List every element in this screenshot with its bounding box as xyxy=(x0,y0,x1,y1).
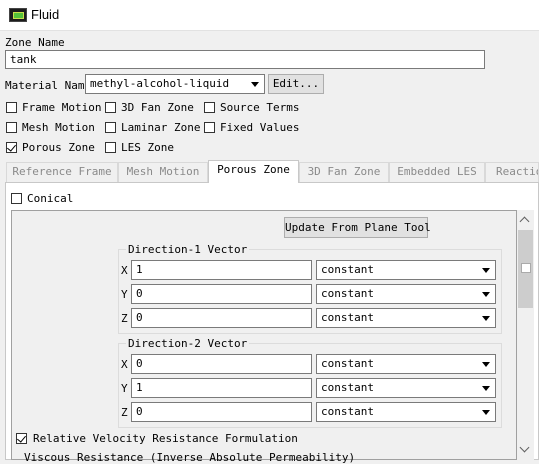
tab-porous-zone[interactable]: Porous Zone xyxy=(208,160,299,183)
porous-zone-label: Porous Zone xyxy=(22,141,95,154)
chevron-down-icon xyxy=(482,316,490,321)
direction-1-y-method-select[interactable]: constant xyxy=(316,284,496,304)
tab-mesh-motion[interactable]: Mesh Motion xyxy=(118,162,208,182)
scroll-up-icon[interactable] xyxy=(517,212,534,228)
laminar-zone-label: Laminar Zone xyxy=(121,121,201,134)
fixed-values-label: Fixed Values xyxy=(220,121,300,134)
direction-1-z-method-value: constant xyxy=(321,311,374,324)
direction-2-title: Direction-2 Vector xyxy=(126,337,250,350)
material-select[interactable]: methyl-alcohol-liquid xyxy=(85,74,265,94)
direction-2-y-method-value: constant xyxy=(321,381,374,394)
material-select-value: methyl-alcohol-liquid xyxy=(90,77,230,90)
source-terms-label: Source Terms xyxy=(220,101,300,114)
viscous-resistance-heading: Viscous Resistance (Inverse Absolute Per… xyxy=(24,451,356,464)
les-zone-label: LES Zone xyxy=(121,141,174,154)
direction-2-y-input[interactable]: 1 xyxy=(131,378,312,398)
direction-2-z-label: Z xyxy=(121,406,128,419)
chevron-down-icon xyxy=(482,268,490,273)
frame-motion-label: Frame Motion xyxy=(22,101,102,114)
direction-1-title: Direction-1 Vector xyxy=(126,243,250,256)
mesh-motion-checkbox[interactable] xyxy=(6,122,17,133)
direction-2-z-method-select[interactable]: constant xyxy=(316,402,496,422)
direction-2-y-method-select[interactable]: constant xyxy=(316,378,496,398)
mesh-motion-label: Mesh Motion xyxy=(22,121,95,134)
material-name-label: Material Name xyxy=(5,79,92,92)
fan-zone-3d-checkbox[interactable] xyxy=(105,102,116,113)
laminar-zone-checkbox[interactable] xyxy=(105,122,116,133)
chevron-down-icon xyxy=(482,292,490,297)
tab-reaction[interactable]: Reactio xyxy=(485,162,539,182)
tab-bar: Reference Frame Mesh Motion Porous Zone … xyxy=(0,160,539,183)
window-title: Fluid xyxy=(31,7,60,22)
update-from-plane-tool-button[interactable]: Update From Plane Tool xyxy=(284,217,431,238)
porous-zone-checkbox[interactable] xyxy=(6,142,17,153)
relative-velocity-label: Relative Velocity Resistance Formulation xyxy=(33,432,298,445)
direction-2-x-label: X xyxy=(121,358,128,371)
direction-1-x-method-select[interactable]: constant xyxy=(316,260,496,280)
direction-2-y-label: Y xyxy=(121,382,128,395)
direction-1-x-input[interactable]: 1 xyxy=(131,260,312,280)
les-zone-checkbox[interactable] xyxy=(105,142,116,153)
chevron-down-icon xyxy=(482,410,490,415)
direction-1-y-input[interactable]: 0 xyxy=(131,284,312,304)
chevron-down-icon xyxy=(251,82,259,87)
vertical-scrollbar[interactable] xyxy=(517,210,534,460)
tab-embedded-les[interactable]: Embedded LES xyxy=(389,162,485,182)
title-bar: Fluid xyxy=(0,0,539,31)
relative-velocity-checkbox[interactable] xyxy=(16,433,27,444)
conical-checkbox[interactable] xyxy=(11,193,22,204)
scroll-thumb[interactable] xyxy=(518,230,533,308)
direction-1-y-label: Y xyxy=(121,288,128,301)
fixed-values-checkbox[interactable] xyxy=(204,122,215,133)
direction-1-x-method-value: constant xyxy=(321,263,374,276)
direction-2-x-method-select[interactable]: constant xyxy=(316,354,496,374)
material-edit-button[interactable]: Edit... xyxy=(268,74,324,94)
direction-1-x-label: X xyxy=(121,264,128,277)
conical-label: Conical xyxy=(27,192,74,205)
chevron-down-icon xyxy=(482,362,490,367)
zone-name-label: Zone Name xyxy=(5,36,65,49)
direction-1-z-label: Z xyxy=(121,312,128,325)
tab-reference-frame[interactable]: Reference Frame xyxy=(6,162,118,182)
fan-zone-3d-label: 3D Fan Zone xyxy=(121,101,194,114)
tab-3d-fan-zone[interactable]: 3D Fan Zone xyxy=(299,162,389,182)
scroll-down-icon[interactable] xyxy=(517,442,534,458)
direction-2-x-input[interactable]: 0 xyxy=(131,354,312,374)
source-terms-checkbox[interactable] xyxy=(204,102,215,113)
direction-2-z-method-value: constant xyxy=(321,405,374,418)
direction-2-z-input[interactable]: 0 xyxy=(131,402,312,422)
direction-1-z-input[interactable]: 0 xyxy=(131,308,312,328)
chevron-down-icon xyxy=(482,386,490,391)
fluent-app-icon xyxy=(9,8,27,22)
direction-2-x-method-value: constant xyxy=(321,357,374,370)
direction-1-z-method-select[interactable]: constant xyxy=(316,308,496,328)
direction-1-y-method-value: constant xyxy=(321,287,374,300)
zone-name-input[interactable]: tank xyxy=(5,50,485,69)
frame-motion-checkbox[interactable] xyxy=(6,102,17,113)
